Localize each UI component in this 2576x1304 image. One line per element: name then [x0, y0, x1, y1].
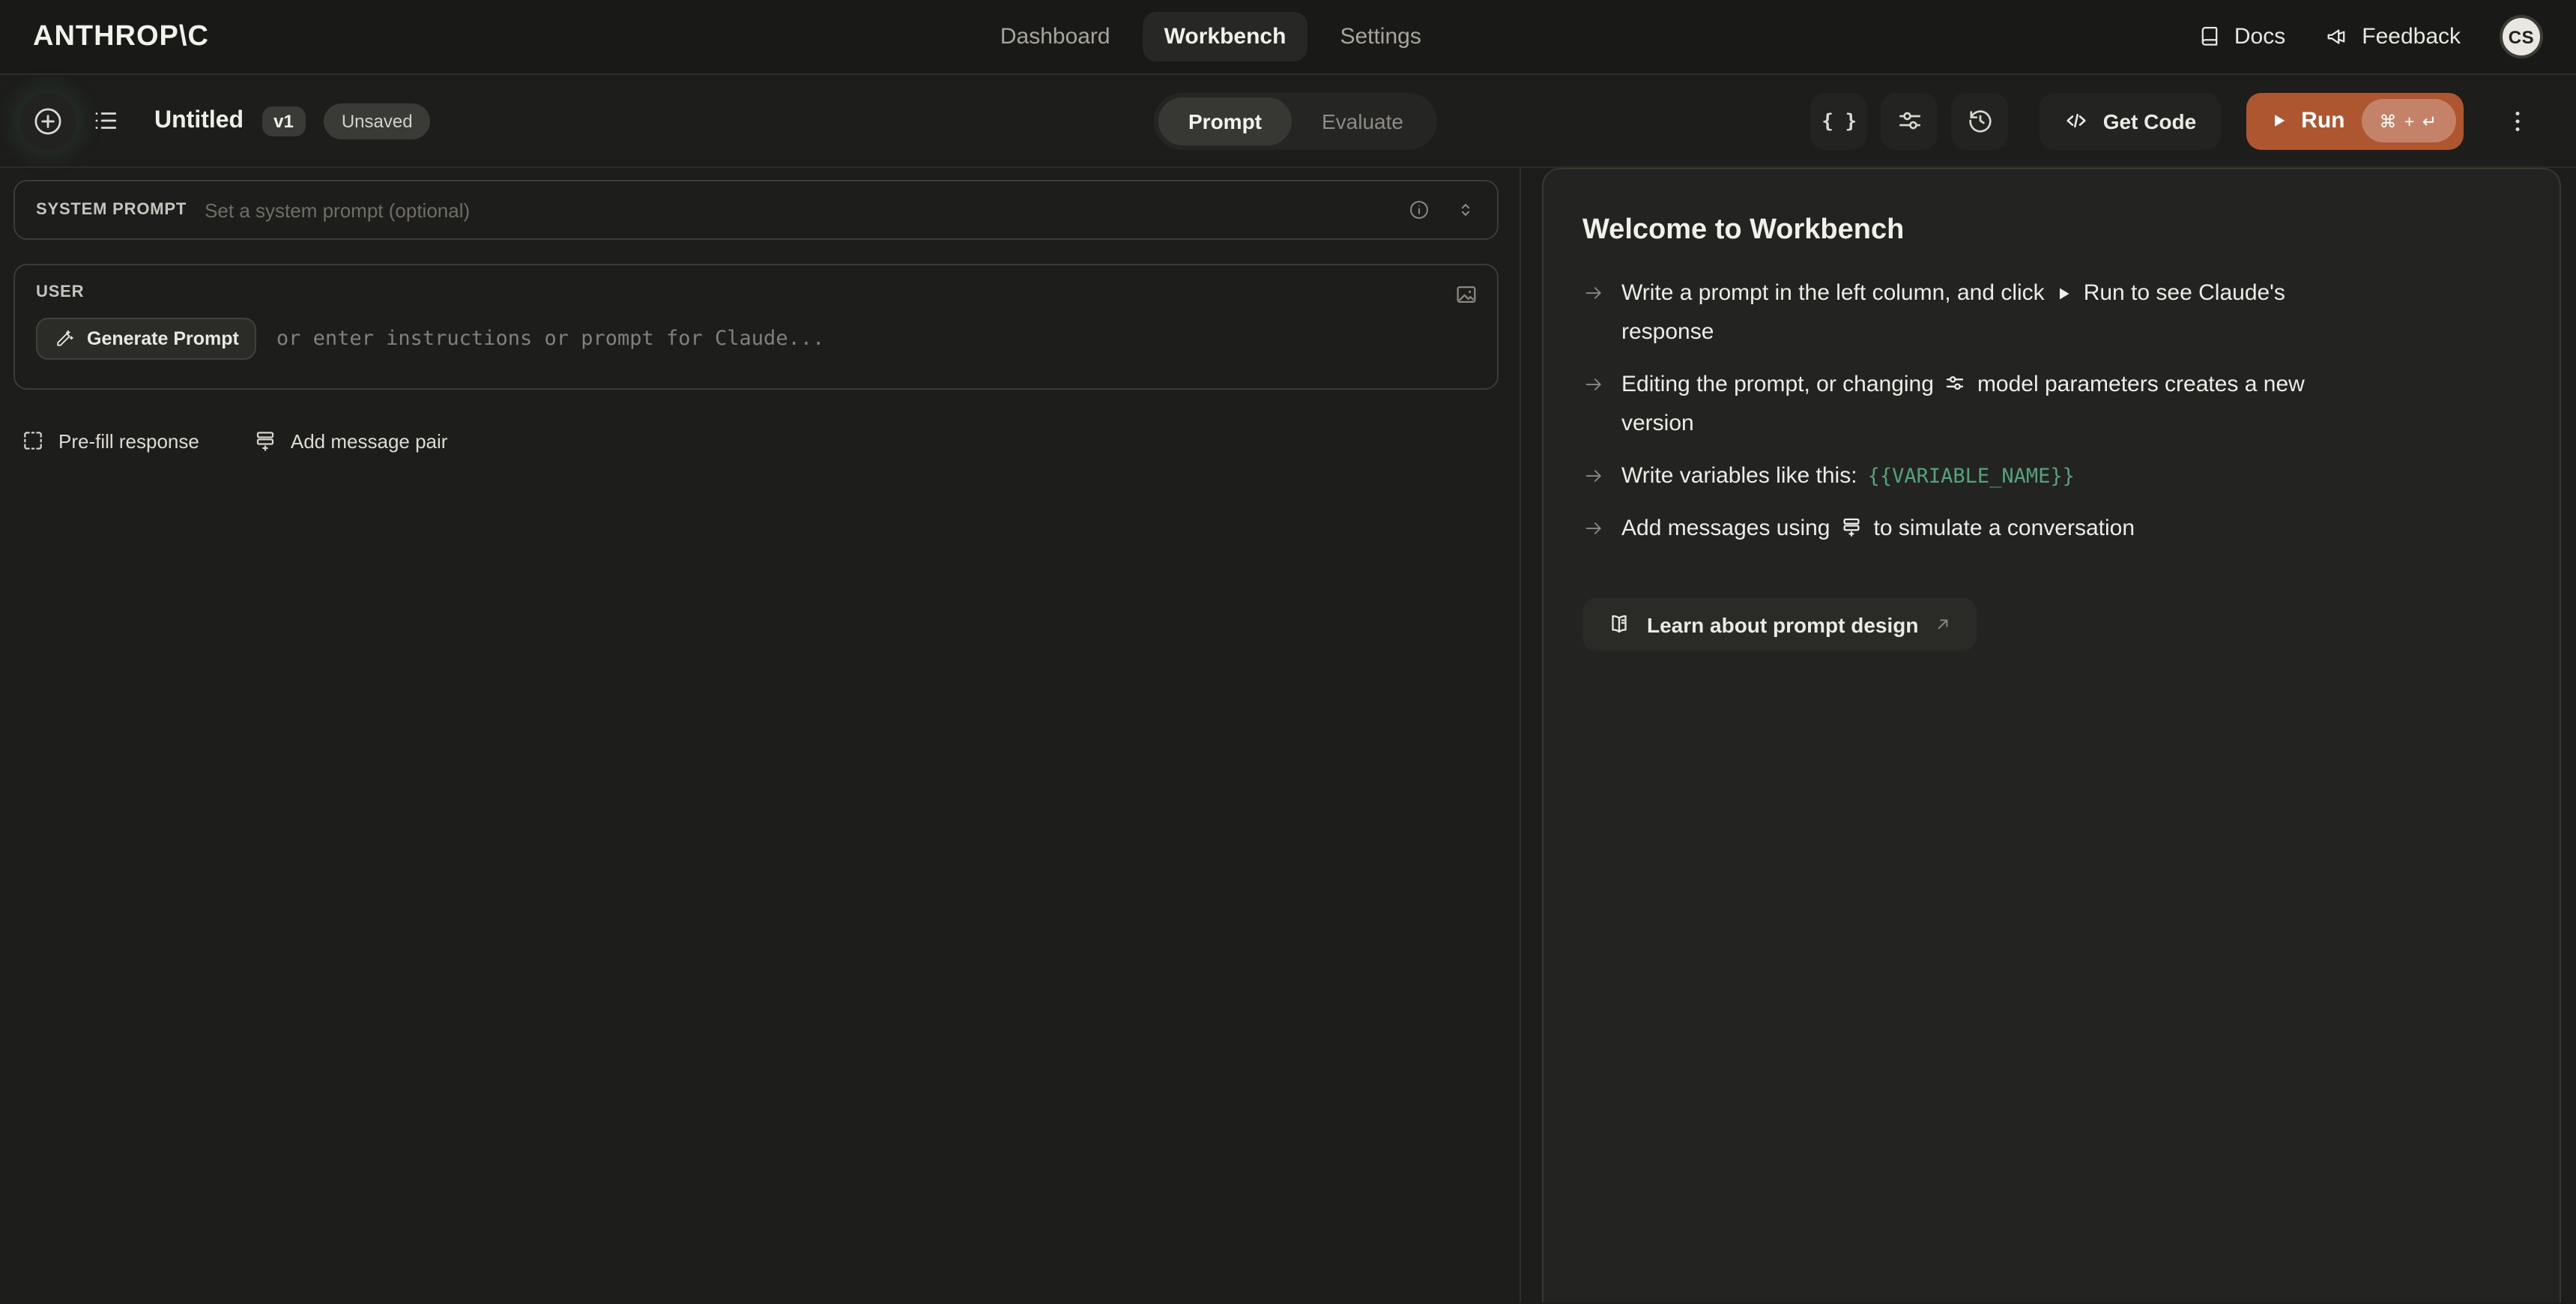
run-shortcut: ⌘ + ↵	[2362, 99, 2457, 142]
navbar-right: Docs Feedback CS	[2197, 15, 2543, 58]
dashed-box-icon	[21, 429, 45, 453]
welcome-bullet-variables: Write variables like this: {{VARIABLE_NAM…	[1582, 457, 2518, 496]
megaphone-icon	[2324, 24, 2350, 49]
sliders-icon	[1944, 372, 1967, 394]
primary-nav: Dashboard Workbench Settings	[979, 0, 1442, 73]
sliders-icon	[1896, 106, 1924, 135]
new-prompt-button[interactable]	[19, 92, 76, 149]
learn-button-label: Learn about prompt design	[1647, 612, 1918, 636]
arrow-right-icon	[1582, 373, 1605, 444]
anthropic-logo[interactable]: ANTHROP\C	[33, 20, 209, 53]
workbench-toolbar: Untitled v1 Unsaved Prompt Evaluate	[0, 75, 2576, 168]
welcome-bullet-run: Write a prompt in the left column, and c…	[1582, 274, 2518, 352]
run-button[interactable]: Run ⌘ + ↵	[2246, 92, 2464, 149]
more-options-button[interactable]	[2489, 92, 2546, 149]
get-code-label: Get Code	[2103, 109, 2196, 133]
app: ANTHROP\C Dashboard Workbench Settings D…	[0, 0, 2576, 1304]
version-badge[interactable]: v1	[261, 106, 306, 136]
feedback-label: Feedback	[2362, 24, 2461, 49]
prompt-title[interactable]: Untitled	[154, 107, 244, 134]
generate-prompt-button[interactable]: Generate Prompt	[36, 318, 257, 360]
version-history-button[interactable]	[1952, 92, 2009, 149]
bullet-text: Add messages using	[1621, 516, 1830, 541]
bullet-text: Editing the prompt, or changing	[1621, 372, 1934, 397]
play-icon	[2055, 285, 2073, 303]
status-badge: Unsaved	[324, 103, 431, 139]
toolbar-left: Untitled v1 Unsaved	[19, 92, 431, 149]
run-label: Run	[2301, 108, 2344, 133]
user-message-field[interactable]: USER	[13, 264, 1499, 390]
message-pair-icon	[253, 429, 277, 453]
nav-settings[interactable]: Settings	[1319, 12, 1442, 61]
circle-plus-icon	[31, 104, 64, 137]
add-message-pair-label: Add message pair	[291, 429, 448, 452]
welcome-title: Welcome to Workbench	[1582, 214, 2518, 247]
bullet-text: Write a prompt in the left column, and c…	[1621, 280, 2045, 306]
avatar[interactable]: CS	[2500, 15, 2543, 58]
system-prompt-label: SYSTEM PROMPT	[36, 201, 187, 219]
user-label: USER	[36, 283, 1476, 301]
response-panel: Welcome to Workbench Write a prompt in t…	[1542, 168, 2561, 1303]
docs-link[interactable]: Docs	[2197, 24, 2285, 49]
expand-icon[interactable]	[1455, 199, 1476, 220]
main-content: SYSTEM PROMPT Set a system prompt (optio…	[0, 168, 2576, 1303]
model-parameters-button[interactable]	[1881, 92, 1938, 149]
history-icon	[1966, 106, 1995, 135]
code-icon	[2064, 108, 2090, 133]
feedback-link[interactable]: Feedback	[2324, 24, 2461, 49]
list-icon	[91, 106, 119, 135]
welcome-bullet-versions: Editing the prompt, or changingmodel par…	[1582, 366, 2518, 444]
variables-button[interactable]	[1811, 92, 1868, 149]
variable-code: {{VARIABLE_NAME}}	[1868, 465, 2075, 489]
learn-prompt-design-button[interactable]: Learn about prompt design	[1582, 598, 1977, 651]
welcome-bullets: Write a prompt in the left column, and c…	[1582, 274, 2518, 549]
nav-dashboard[interactable]: Dashboard	[979, 12, 1131, 61]
system-prompt-placeholder: Set a system prompt (optional)	[205, 199, 1407, 221]
top-navbar: ANTHROP\C Dashboard Workbench Settings D…	[0, 0, 2576, 75]
nav-workbench[interactable]: Workbench	[1143, 12, 1307, 61]
generate-prompt-label: Generate Prompt	[87, 328, 239, 349]
arrow-right-icon	[1582, 282, 1605, 352]
toolbar-right: Get Code Run ⌘ + ↵	[1811, 92, 2546, 149]
welcome-bullet-messages: Add messages using to simulate a conversa…	[1582, 510, 2518, 549]
kebab-icon	[2504, 107, 2531, 134]
get-code-button[interactable]: Get Code	[2040, 92, 2220, 149]
arrow-right-icon	[1582, 517, 1605, 549]
message-pair-icon	[1841, 516, 1863, 538]
open-book-icon	[1606, 612, 1632, 637]
prompt-list-button[interactable]	[76, 92, 133, 149]
bullet-text: Write variables like this:	[1621, 463, 1857, 489]
info-icon[interactable]	[1407, 198, 1431, 222]
tab-evaluate[interactable]: Evaluate	[1292, 97, 1433, 145]
wand-icon	[54, 328, 75, 349]
system-prompt-field[interactable]: SYSTEM PROMPT Set a system prompt (optio…	[13, 180, 1499, 240]
braces-icon	[1821, 107, 1857, 134]
pane-divider[interactable]	[1521, 168, 1542, 1303]
bullet-text: to simulate a conversation	[1874, 516, 2135, 541]
image-upload-icon[interactable]	[1454, 282, 1479, 307]
user-placeholder: or enter instructions or prompt for Clau…	[276, 327, 825, 351]
book-icon	[2197, 24, 2222, 49]
arrow-right-icon	[1582, 465, 1605, 496]
play-icon	[2268, 111, 2288, 130]
arrow-up-right-icon	[1933, 615, 1953, 634]
prompt-editor-pane: SYSTEM PROMPT Set a system prompt (optio…	[0, 168, 1521, 1303]
mode-tabs: Prompt Evaluate	[1154, 92, 1438, 149]
add-message-pair-button[interactable]: Add message pair	[253, 429, 448, 453]
message-actions: Pre-fill response Add message pair	[13, 429, 1499, 453]
tab-prompt[interactable]: Prompt	[1158, 97, 1292, 145]
docs-label: Docs	[2234, 24, 2285, 49]
prefill-response-label: Pre-fill response	[58, 429, 199, 452]
prefill-response-button[interactable]: Pre-fill response	[21, 429, 199, 453]
